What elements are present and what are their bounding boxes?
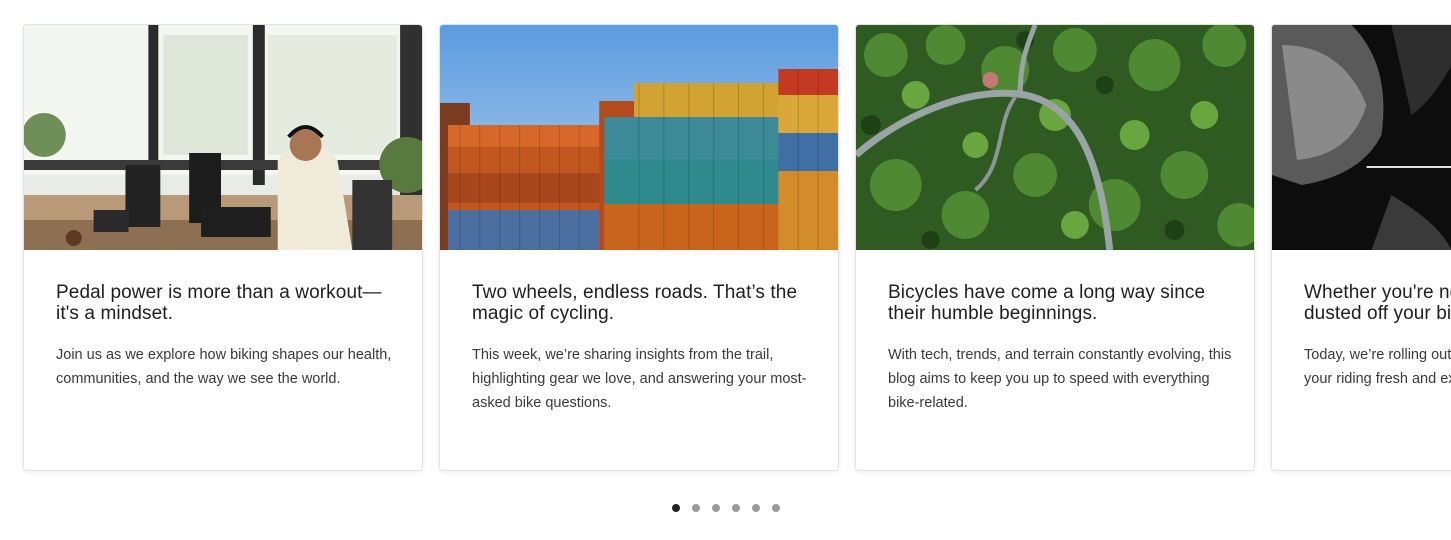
- card-title: Pedal power is more than a workout—it's …: [56, 282, 382, 324]
- pagination-dot[interactable]: [692, 504, 700, 512]
- card-excerpt: Join us as we explore how biking shapes …: [56, 347, 392, 387]
- blog-carousel: Pedal power is more than a workout—it's …: [0, 0, 1451, 540]
- card-title: Whether you're new to cycling or just du…: [1304, 282, 1451, 324]
- card-image-forest: [856, 25, 1254, 250]
- card-excerpt: This week, we’re sharing insights from t…: [472, 347, 807, 411]
- pagination-dot[interactable]: [712, 504, 720, 512]
- card-excerpt: With tech, trends, and terrain constantl…: [888, 347, 1232, 411]
- pagination-dot[interactable]: [752, 504, 760, 512]
- blog-card[interactable]: Bicycles have come a long way since thei…: [855, 24, 1255, 471]
- card-image-office: [24, 25, 422, 250]
- card-body: Bicycles have come a long way since thei…: [888, 282, 1234, 415]
- card-title: Bicycles have come a long way since thei…: [888, 282, 1206, 324]
- carousel-pagination: [672, 504, 780, 512]
- blog-card[interactable]: Whether you're new to cycling or just du…: [1271, 24, 1451, 471]
- pagination-dot[interactable]: [772, 504, 780, 512]
- pagination-dot[interactable]: [732, 504, 740, 512]
- card-excerpt: Today, we’re rolling out our latest revi…: [1304, 347, 1451, 387]
- card-body: Pedal power is more than a workout—it's …: [56, 282, 402, 391]
- card-body: Whether you're new to cycling or just du…: [1304, 282, 1451, 391]
- blog-card[interactable]: Two wheels, endless roads. That’s the ma…: [439, 24, 839, 471]
- card-image-containers: [440, 25, 838, 250]
- pagination-dot[interactable]: [672, 504, 680, 512]
- card-body: Two wheels, endless roads. That’s the ma…: [472, 282, 818, 415]
- card-title: Two wheels, endless roads. That’s the ma…: [472, 282, 798, 324]
- blog-card[interactable]: Pedal power is more than a workout—it's …: [23, 24, 423, 471]
- card-image-cyclist: [1272, 25, 1451, 250]
